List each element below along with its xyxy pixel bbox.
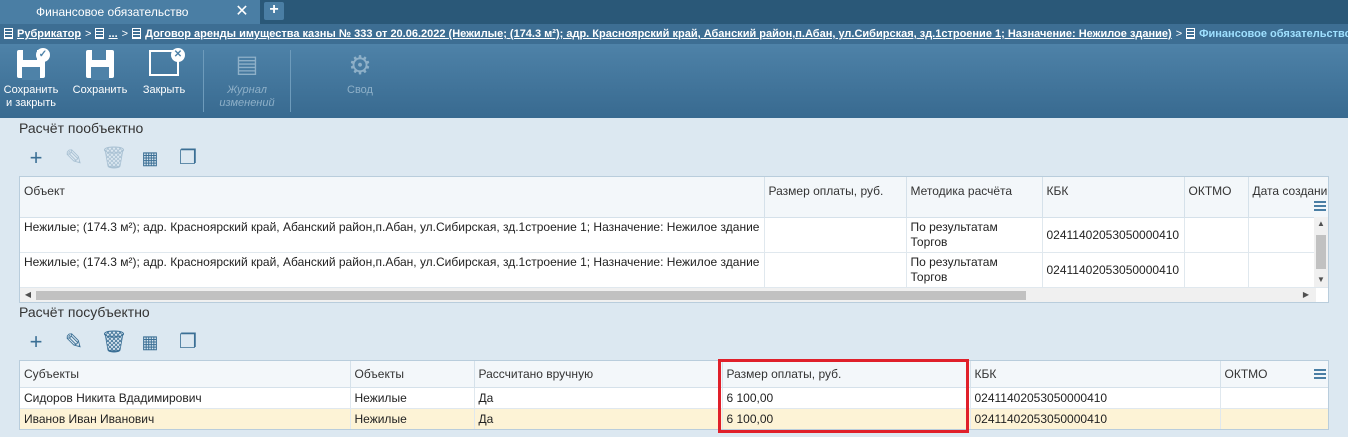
save-button[interactable]: Сохранить xyxy=(68,44,132,118)
cell-objects: Нежилые xyxy=(350,408,475,429)
breadcrumb-current: Финансовое обязательство xyxy=(1199,28,1348,40)
table-by-object: Объект Размер оплаты, руб. Методика расч… xyxy=(20,177,1328,288)
cell-manual: Да xyxy=(474,387,723,409)
table-row[interactable]: Нежилые; (174.3 м²); адр. Красноярский к… xyxy=(20,252,1328,288)
floppy-icon xyxy=(86,50,114,80)
cell-method: По результатам Торгов xyxy=(906,252,1043,288)
cell-object: Нежилые; (174.3 м²); адр. Красноярский к… xyxy=(20,217,765,253)
copy-icon[interactable]: ❐ xyxy=(176,330,200,356)
journal-label: Журнал изменений xyxy=(219,84,275,109)
scroll-thumb[interactable] xyxy=(1316,235,1326,269)
check-icon: ✓ xyxy=(36,48,50,62)
tab-title: Финансовое обязательство xyxy=(36,5,189,19)
cell-kbk: 02411402053050000410 xyxy=(970,408,1221,429)
document-icon xyxy=(4,28,13,39)
cell-amount: 6 100,00 xyxy=(722,408,971,429)
cell-object: Нежилые; (174.3 м²); адр. Красноярский к… xyxy=(20,252,765,288)
scroll-right-icon[interactable]: ▶ xyxy=(1300,290,1312,299)
col-header-amount[interactable]: Размер оплаты, руб. xyxy=(764,177,907,218)
col-header-oktmo[interactable]: ОКТМО xyxy=(1184,177,1249,218)
col-header-amount[interactable]: Размер оплаты, руб. xyxy=(722,361,971,388)
close-icon: ✕ xyxy=(171,48,185,62)
cell-kbk: 02411402053050000410 xyxy=(1042,217,1185,253)
breadcrumb-item-rubricator[interactable]: Рубрикатор xyxy=(17,28,81,40)
cell-oktmo xyxy=(1184,252,1249,288)
grid-by-subject: Субъекты Объекты Рассчитано вручную Разм… xyxy=(19,360,1329,430)
col-header-oktmo[interactable]: ОКТМО xyxy=(1220,361,1328,388)
document-icon xyxy=(1186,28,1196,39)
cell-method: По результатам Торгов xyxy=(906,217,1043,253)
toolbar: ✓ Сохранить и закрыть Сохранить ✕ Закрыт… xyxy=(0,44,1348,118)
cell-manual: Да xyxy=(474,408,723,429)
document-icon xyxy=(132,28,142,39)
column-menu-icon[interactable] xyxy=(1314,201,1326,213)
col-header-kbk[interactable]: КБК xyxy=(970,361,1221,388)
save-label: Сохранить xyxy=(72,84,128,96)
breadcrumb-separator: > xyxy=(121,28,129,40)
col-header-objects[interactable]: Объекты xyxy=(350,361,475,388)
col-header-kbk[interactable]: КБК xyxy=(1042,177,1185,218)
journal-button[interactable]: ▤ Журнал изменений xyxy=(204,44,290,118)
cell-amount: 6 100,00 xyxy=(722,387,971,409)
horizontal-scrollbar[interactable]: ◀ ▶ xyxy=(20,288,1316,302)
tab-close-icon[interactable]: ✕ xyxy=(234,0,250,24)
save-and-close-label: Сохранить и закрыть xyxy=(3,84,59,109)
col-header-method[interactable]: Методика расчёта xyxy=(906,177,1043,218)
cell-oktmo xyxy=(1184,217,1249,253)
column-menu-icon[interactable] xyxy=(1314,369,1326,381)
cell-subject: Иванов Иван Иванович xyxy=(20,408,351,429)
pencil-icon[interactable]: ✎ xyxy=(62,330,86,356)
scroll-up-icon[interactable]: ▲ xyxy=(1315,219,1327,228)
table-row[interactable]: Сидоров Никита Вдадимирович Нежилые Да 6… xyxy=(20,387,1328,409)
breadcrumb-item-contract[interactable]: Договор аренды имущества казны № 333 от … xyxy=(145,28,1172,40)
trash-icon[interactable]: 🗑 xyxy=(100,330,128,356)
cell-oktmo xyxy=(1220,408,1328,429)
scroll-thumb[interactable] xyxy=(36,291,1026,300)
journal-icon: ▤ xyxy=(235,51,259,78)
trash-icon[interactable]: 🗑 xyxy=(100,146,128,172)
cell-subject: Сидоров Никита Вдадимирович xyxy=(20,387,351,409)
document-icon xyxy=(95,28,105,39)
tab-bar: Финансовое обязательство ✕ + xyxy=(0,0,1348,24)
cell-objects: Нежилые xyxy=(350,387,475,409)
save-and-close-button[interactable]: ✓ Сохранить и закрыть xyxy=(0,44,62,118)
cell-oktmo xyxy=(1220,387,1328,409)
scroll-left-icon[interactable]: ◀ xyxy=(22,290,34,299)
col-header-manual[interactable]: Рассчитано вручную xyxy=(474,361,723,388)
vertical-scrollbar[interactable]: ▲ ▼ xyxy=(1314,217,1328,287)
breadcrumb-separator: > xyxy=(1175,28,1183,40)
breadcrumb-item-ellipsis[interactable]: ... xyxy=(108,28,117,40)
table-settings-icon[interactable]: ▦ xyxy=(138,330,162,356)
cell-amount xyxy=(764,217,907,253)
table-by-subject: Субъекты Объекты Рассчитано вручную Разм… xyxy=(20,361,1328,429)
summary-button[interactable]: ⚙ Свод xyxy=(320,44,400,118)
scroll-down-icon[interactable]: ▼ xyxy=(1315,275,1327,284)
toolbar-divider xyxy=(290,50,291,112)
copy-icon[interactable]: ❐ xyxy=(176,146,200,172)
summary-label: Свод xyxy=(347,84,373,96)
close-label: Закрыть xyxy=(142,84,186,96)
tab-financial-obligation[interactable]: Финансовое обязательство ✕ xyxy=(0,0,260,24)
plus-icon[interactable]: + xyxy=(24,330,48,356)
close-button[interactable]: ✕ Закрыть xyxy=(136,44,192,118)
plus-icon[interactable]: + xyxy=(24,146,48,172)
breadcrumb-separator: > xyxy=(85,28,92,40)
grid-by-object: Объект Размер оплаты, руб. Методика расч… xyxy=(19,176,1329,303)
cell-kbk: 02411402053050000410 xyxy=(1042,252,1185,288)
add-tab-button[interactable]: + xyxy=(264,2,284,20)
pencil-icon[interactable]: ✎ xyxy=(62,146,86,172)
section-title-by-object: Расчёт пообъектно xyxy=(19,120,144,136)
table-settings-icon[interactable]: ▦ xyxy=(138,146,162,172)
cell-amount xyxy=(764,252,907,288)
gear-icon: ⚙ xyxy=(348,50,372,80)
cell-kbk: 02411402053050000410 xyxy=(970,387,1221,409)
table-row-selected[interactable]: Иванов Иван Иванович Нежилые Да 6 100,00… xyxy=(20,408,1328,429)
table-row[interactable]: Нежилые; (174.3 м²); адр. Красноярский к… xyxy=(20,217,1328,253)
section-title-by-subject: Расчёт посубъектно xyxy=(19,304,150,320)
col-header-object[interactable]: Объект xyxy=(20,177,765,218)
breadcrumb: Рубрикатор >... > Договор аренды имущества … xyxy=(0,24,1348,44)
col-header-subjects[interactable]: Субъекты xyxy=(20,361,351,388)
